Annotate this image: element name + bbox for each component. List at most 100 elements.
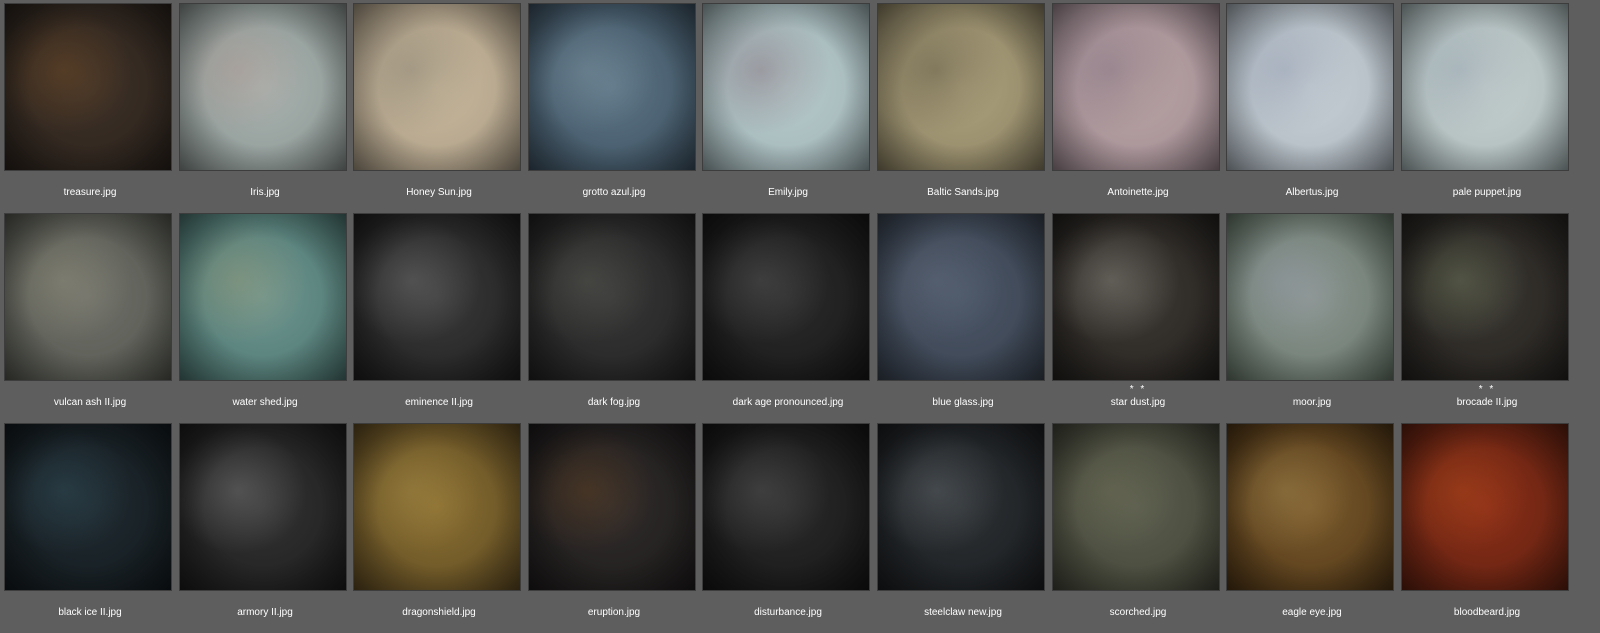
star-rating	[1399, 595, 1575, 605]
star-rating	[700, 595, 876, 605]
texture-thumbnail[interactable]	[5, 424, 171, 590]
thumbnail-item[interactable]: Honey Sun.jpg	[351, 1, 521, 206]
texture-thumbnail[interactable]	[354, 4, 520, 170]
star-rating	[1224, 385, 1400, 395]
file-name-label: eminence II.jpg	[405, 397, 473, 408]
file-name-label: bloodbeard.jpg	[1453, 607, 1521, 618]
thumbnail-item[interactable]: eruption.jpg	[526, 421, 696, 626]
star-rating	[351, 385, 527, 395]
thumbnail-item[interactable]: black ice II.jpg	[2, 421, 172, 626]
thumbnail-item[interactable]: eagle eye.jpg	[1224, 421, 1394, 626]
thumbnail-item[interactable]: vulcan ash II.jpg	[2, 211, 172, 416]
texture-thumbnail[interactable]	[354, 424, 520, 590]
thumbnail-item[interactable]: Albertus.jpg	[1224, 1, 1394, 206]
thumbnail-item[interactable]: dark age pronounced.jpg	[700, 211, 870, 416]
star-rating: * *	[1478, 384, 1496, 395]
texture-thumbnail[interactable]	[529, 424, 695, 590]
texture-thumbnail[interactable]	[1402, 424, 1568, 590]
star-rating	[177, 595, 353, 605]
texture-thumbnail[interactable]	[1227, 4, 1393, 170]
texture-thumbnail[interactable]	[5, 4, 171, 170]
texture-thumbnail[interactable]	[180, 4, 346, 170]
thumbnail-item[interactable]: steelclaw new.jpg	[875, 421, 1045, 626]
thumbnail-item[interactable]: bloodbeard.jpg	[1399, 421, 1569, 626]
star-rating: * *	[1129, 384, 1147, 395]
file-name-label: Emily.jpg	[768, 187, 808, 198]
texture-thumbnail[interactable]	[1402, 4, 1568, 170]
texture-thumbnail[interactable]	[1227, 214, 1393, 380]
file-name-label: dark fog.jpg	[587, 397, 641, 408]
texture-thumbnail[interactable]	[878, 214, 1044, 380]
texture-thumbnail[interactable]	[703, 4, 869, 170]
thumbnail-item[interactable]: Emily.jpg	[700, 1, 870, 206]
texture-thumbnail[interactable]	[5, 214, 171, 380]
thumbnail-item[interactable]: eminence II.jpg	[351, 211, 521, 416]
file-name-label: Albertus.jpg	[1285, 187, 1339, 198]
texture-thumbnail[interactable]	[1053, 214, 1219, 380]
texture-thumbnail[interactable]	[1053, 4, 1219, 170]
texture-thumbnail[interactable]	[703, 214, 869, 380]
star-rating	[875, 175, 1051, 185]
texture-thumbnail[interactable]	[529, 4, 695, 170]
thumbnail-item[interactable]: grotto azul.jpg	[526, 1, 696, 206]
thumbnail-item[interactable]: treasure.jpg	[2, 1, 172, 206]
star-rating	[1224, 595, 1400, 605]
thumbnail-item[interactable]: Antoinette.jpg	[1050, 1, 1220, 206]
star-rating	[1050, 595, 1226, 605]
file-name-label: disturbance.jpg	[754, 607, 822, 618]
thumbnail-item[interactable]: disturbance.jpg	[700, 421, 870, 626]
file-name-label: scorched.jpg	[1109, 607, 1167, 618]
texture-thumbnail[interactable]	[878, 4, 1044, 170]
texture-thumbnail[interactable]	[878, 424, 1044, 590]
star-rating	[351, 595, 527, 605]
file-name-label: Iris.jpg	[250, 187, 280, 198]
star-rating	[177, 175, 353, 185]
file-name-label: Baltic Sands.jpg	[927, 187, 999, 198]
thumbnail-item[interactable]: water shed.jpg	[177, 211, 347, 416]
file-name-label: moor.jpg	[1292, 397, 1332, 408]
file-name-label: armory II.jpg	[237, 607, 293, 618]
file-name-label: eruption.jpg	[587, 607, 641, 618]
file-name-label: dragonshield.jpg	[402, 607, 476, 618]
star-rating	[351, 175, 527, 185]
thumbnail-item[interactable]: Baltic Sands.jpg	[875, 1, 1045, 206]
file-name-label: star dust.jpg	[1110, 397, 1166, 408]
file-name-label: brocade II.jpg	[1456, 397, 1518, 408]
star-rating	[700, 385, 876, 395]
file-name-label: dark age pronounced.jpg	[732, 397, 844, 408]
texture-thumbnail[interactable]	[529, 214, 695, 380]
texture-thumbnail[interactable]	[180, 214, 346, 380]
thumbnail-item[interactable]: Iris.jpg	[177, 1, 347, 206]
file-name-label: vulcan ash II.jpg	[53, 397, 127, 408]
thumbnail-item[interactable]: dragonshield.jpg	[351, 421, 521, 626]
thumbnail-item[interactable]: pale puppet.jpg	[1399, 1, 1569, 206]
thumbnail-item[interactable]: armory II.jpg	[177, 421, 347, 626]
file-name-label: Antoinette.jpg	[1107, 187, 1169, 198]
file-name-label: steelclaw new.jpg	[924, 607, 1002, 618]
file-name-label: blue glass.jpg	[932, 397, 994, 408]
thumbnail-item[interactable]: scorched.jpg	[1050, 421, 1220, 626]
star-rating	[875, 595, 1051, 605]
texture-thumbnail[interactable]	[180, 424, 346, 590]
star-rating	[1224, 175, 1400, 185]
file-name-label: grotto azul.jpg	[582, 187, 646, 198]
thumbnail-item[interactable]: * * star dust.jpg	[1050, 211, 1220, 416]
texture-thumbnail[interactable]	[703, 424, 869, 590]
texture-thumbnail[interactable]	[1053, 424, 1219, 590]
thumbnail-item[interactable]: * * brocade II.jpg	[1399, 211, 1569, 416]
file-name-label: Honey Sun.jpg	[406, 187, 472, 198]
star-rating	[526, 595, 702, 605]
star-rating	[700, 175, 876, 185]
star-rating	[526, 385, 702, 395]
thumbnail-item[interactable]: dark fog.jpg	[526, 211, 696, 416]
star-rating	[177, 385, 353, 395]
file-name-label: eagle eye.jpg	[1282, 607, 1342, 618]
texture-thumbnail[interactable]	[354, 214, 520, 380]
thumbnail-item[interactable]: blue glass.jpg	[875, 211, 1045, 416]
texture-thumbnail[interactable]	[1402, 214, 1568, 380]
star-rating	[526, 175, 702, 185]
star-rating	[875, 385, 1051, 395]
texture-thumbnail[interactable]	[1227, 424, 1393, 590]
file-name-label: treasure.jpg	[63, 187, 117, 198]
thumbnail-item[interactable]: moor.jpg	[1224, 211, 1394, 416]
